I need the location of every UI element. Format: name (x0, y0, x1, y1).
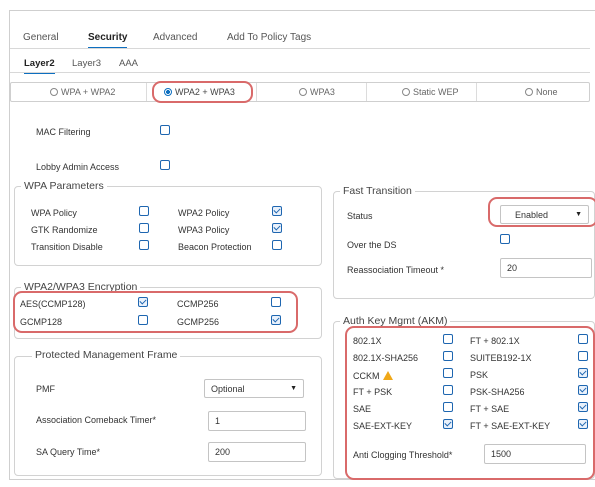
aes-ccmp128-label: AES(CCMP128) (20, 299, 86, 309)
akm-8021x-checkbox[interactable] (443, 334, 453, 344)
ft-status-label: Status (347, 211, 373, 221)
anti-clogging-label: Anti Clogging Threshold* (353, 450, 453, 460)
wpa-policy-label: WPA Policy (31, 208, 77, 218)
akm-ft-8021x-checkbox[interactable] (578, 334, 588, 344)
sa-query-time-label: SA Query Time* (36, 447, 101, 457)
akm-ft-8021x-label: FT + 802.1X (470, 336, 520, 346)
beacon-protection-label: Beacon Protection (178, 242, 252, 252)
pmf-legend: Protected Management Frame (32, 349, 181, 361)
aes-ccmp128-checkbox[interactable] (138, 297, 148, 307)
encryption-section (14, 287, 322, 339)
over-ds-label: Over the DS (347, 240, 397, 250)
reassoc-timeout-input[interactable]: 20 (500, 258, 592, 278)
ft-status-select[interactable]: Enabled ▼ (500, 205, 589, 224)
radio-none[interactable]: None (525, 87, 558, 97)
akm-ft-sae-ext-key-label: FT + SAE-EXT-KEY (470, 421, 551, 431)
warning-icon (382, 371, 393, 380)
ccmp256-checkbox[interactable] (271, 297, 281, 307)
radio-static-wep-label: Static WEP (413, 87, 459, 97)
akm-sae-ext-key-checkbox[interactable] (443, 419, 453, 429)
akm-cckm-checkbox[interactable] (443, 368, 453, 378)
anti-clogging-input[interactable]: 1500 (484, 444, 586, 464)
akm-psk-sha256-checkbox[interactable] (578, 385, 588, 395)
akm-sae-label: SAE (353, 404, 372, 414)
pmf-label: PMF (36, 384, 55, 394)
gcmp256-label: GCMP256 (177, 317, 220, 327)
akm-cckm-label: CCKM (353, 370, 393, 381)
beacon-protection-checkbox[interactable] (272, 240, 282, 250)
radio-wpa-wpa2-label: WPA + WPA2 (61, 87, 116, 97)
akm-legend: Auth Key Mgmt (AKM) (340, 315, 451, 327)
subtab-layer3[interactable]: Layer3 (72, 58, 101, 69)
gtk-randomize-label: GTK Randomize (31, 225, 98, 235)
wpa-parameters-legend: WPA Parameters (21, 180, 107, 192)
akm-ft-sae-label: FT + SAE (470, 404, 510, 414)
gcmp256-checkbox[interactable] (271, 315, 281, 325)
radio-circle-icon (299, 88, 307, 96)
akm-8021x-sha256-label: 802.1X-SHA256 (353, 353, 419, 363)
ft-status-value: Enabled (515, 210, 549, 220)
akm-ft-psk-label: FT + PSK (353, 387, 393, 397)
tab-advanced[interactable]: Advanced (153, 32, 197, 43)
gcmp128-checkbox[interactable] (138, 315, 148, 325)
subtab-aaa[interactable]: AAA (119, 58, 138, 69)
ccmp256-label: CCMP256 (177, 299, 219, 309)
akm-sae-checkbox[interactable] (443, 402, 453, 412)
lobby-admin-label: Lobby Admin Access (36, 162, 120, 172)
reassoc-timeout-label: Reassociation Timeout * (347, 265, 445, 275)
akm-8021x-label: 802.1X (353, 336, 382, 346)
radio-static-wep[interactable]: Static WEP (402, 87, 459, 97)
pmf-select[interactable]: Optional ▼ (204, 379, 304, 398)
wpa2-policy-label: WPA2 Policy (178, 208, 230, 218)
radio-wpa-wpa2[interactable]: WPA + WPA2 (50, 87, 115, 97)
radio-wpa2-wpa3[interactable]: WPA2 + WPA3 (164, 87, 235, 97)
radio-wpa2-wpa3-label: WPA2 + WPA3 (175, 87, 235, 97)
radio-circle-icon (402, 88, 410, 96)
tab-security[interactable]: Security (88, 32, 128, 49)
gcmp128-label: GCMP128 (20, 317, 63, 327)
radio-wpa3-label: WPA3 (310, 87, 335, 97)
akm-ft-sae-checkbox[interactable] (578, 402, 588, 412)
radio-wpa3[interactable]: WPA3 (299, 87, 335, 97)
comeback-timer-input[interactable]: 1 (208, 411, 306, 431)
fast-transition-legend: Fast Transition (340, 185, 415, 197)
transition-disable-label: Transition Disable (31, 242, 103, 252)
tabs-divider (10, 48, 590, 49)
radio-circle-icon (50, 88, 58, 96)
akm-suiteb192-label: SUITEB192-1X (470, 353, 532, 363)
akm-suiteb192-checkbox[interactable] (578, 351, 588, 361)
tab-add-to-policy-tags[interactable]: Add To Policy Tags (227, 32, 311, 43)
wpa2-policy-checkbox[interactable] (272, 206, 282, 216)
akm-cckm-text: CCKM (353, 371, 380, 381)
over-ds-checkbox[interactable] (500, 234, 510, 244)
mac-filtering-label: MAC Filtering (36, 127, 91, 137)
transition-disable-checkbox[interactable] (139, 240, 149, 250)
akm-8021x-sha256-checkbox[interactable] (443, 351, 453, 361)
gtk-randomize-checkbox[interactable] (139, 223, 149, 233)
radio-none-label: None (536, 87, 558, 97)
radio-circle-icon (525, 88, 533, 96)
lobby-admin-checkbox[interactable] (160, 160, 170, 170)
mac-filtering-checkbox[interactable] (160, 125, 170, 135)
tab-general[interactable]: General (23, 32, 59, 43)
encryption-legend: WPA2/WPA3 Encryption (21, 281, 141, 293)
wpa3-policy-checkbox[interactable] (272, 223, 282, 233)
akm-ft-sae-ext-key-checkbox[interactable] (578, 419, 588, 429)
comeback-timer-label: Association Comeback Timer* (36, 415, 157, 425)
akm-ft-psk-checkbox[interactable] (443, 385, 453, 395)
chevron-down-icon: ▼ (290, 385, 297, 392)
akm-psk-checkbox[interactable] (578, 368, 588, 378)
radio-selected-icon (164, 88, 172, 96)
wpa3-policy-label: WPA3 Policy (178, 225, 230, 235)
chevron-down-icon: ▼ (575, 211, 582, 218)
wpa-policy-checkbox[interactable] (139, 206, 149, 216)
pmf-select-value: Optional (211, 384, 245, 394)
akm-sae-ext-key-label: SAE-EXT-KEY (353, 421, 413, 431)
sa-query-time-input[interactable]: 200 (208, 442, 306, 462)
akm-psk-label: PSK (470, 370, 489, 380)
subtabs-divider (10, 72, 590, 73)
subtab-layer2[interactable]: Layer2 (24, 58, 55, 74)
akm-psk-sha256-label: PSK-SHA256 (470, 387, 525, 397)
